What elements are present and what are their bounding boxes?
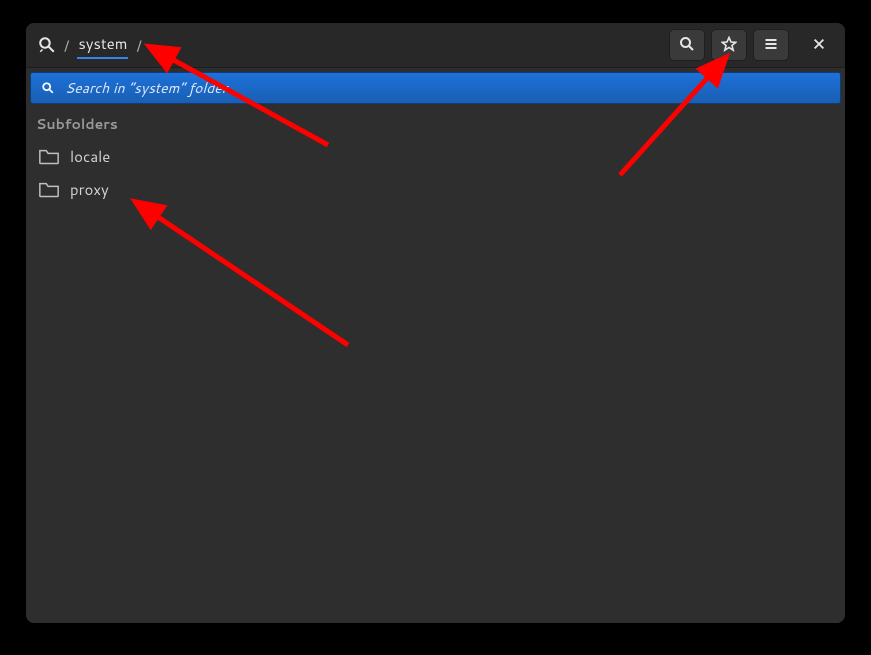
folder-icon [38,147,60,167]
hamburger-icon [763,36,779,55]
search-input[interactable] [65,78,830,98]
list-item[interactable]: proxy [26,173,845,206]
search-button[interactable] [669,29,705,61]
breadcrumb-trailing-separator: / [134,35,143,56]
titlebar: / system / [26,23,845,68]
search-bar[interactable] [30,72,841,104]
subfolders-header: Subfolders [26,104,845,138]
bookmark-button[interactable] [711,29,747,61]
close-button[interactable] [801,29,837,61]
search-icon [41,81,55,95]
breadcrumb: / system / [34,31,669,59]
subfolder-list: locale proxy [26,138,845,208]
list-item[interactable]: locale [26,140,845,173]
toolbar-buttons [669,29,837,61]
search-icon [679,36,695,55]
breadcrumb-item-system[interactable]: system [77,31,128,59]
star-icon [721,36,737,55]
close-icon [812,37,826,54]
breadcrumb-separator: / [62,35,71,56]
menu-button[interactable] [753,29,789,61]
folder-icon [38,180,60,200]
dconf-editor-window: / system / [26,23,845,623]
folder-label: locale [70,146,110,167]
path-root-icon[interactable] [38,36,56,54]
folder-label: proxy [70,179,109,200]
